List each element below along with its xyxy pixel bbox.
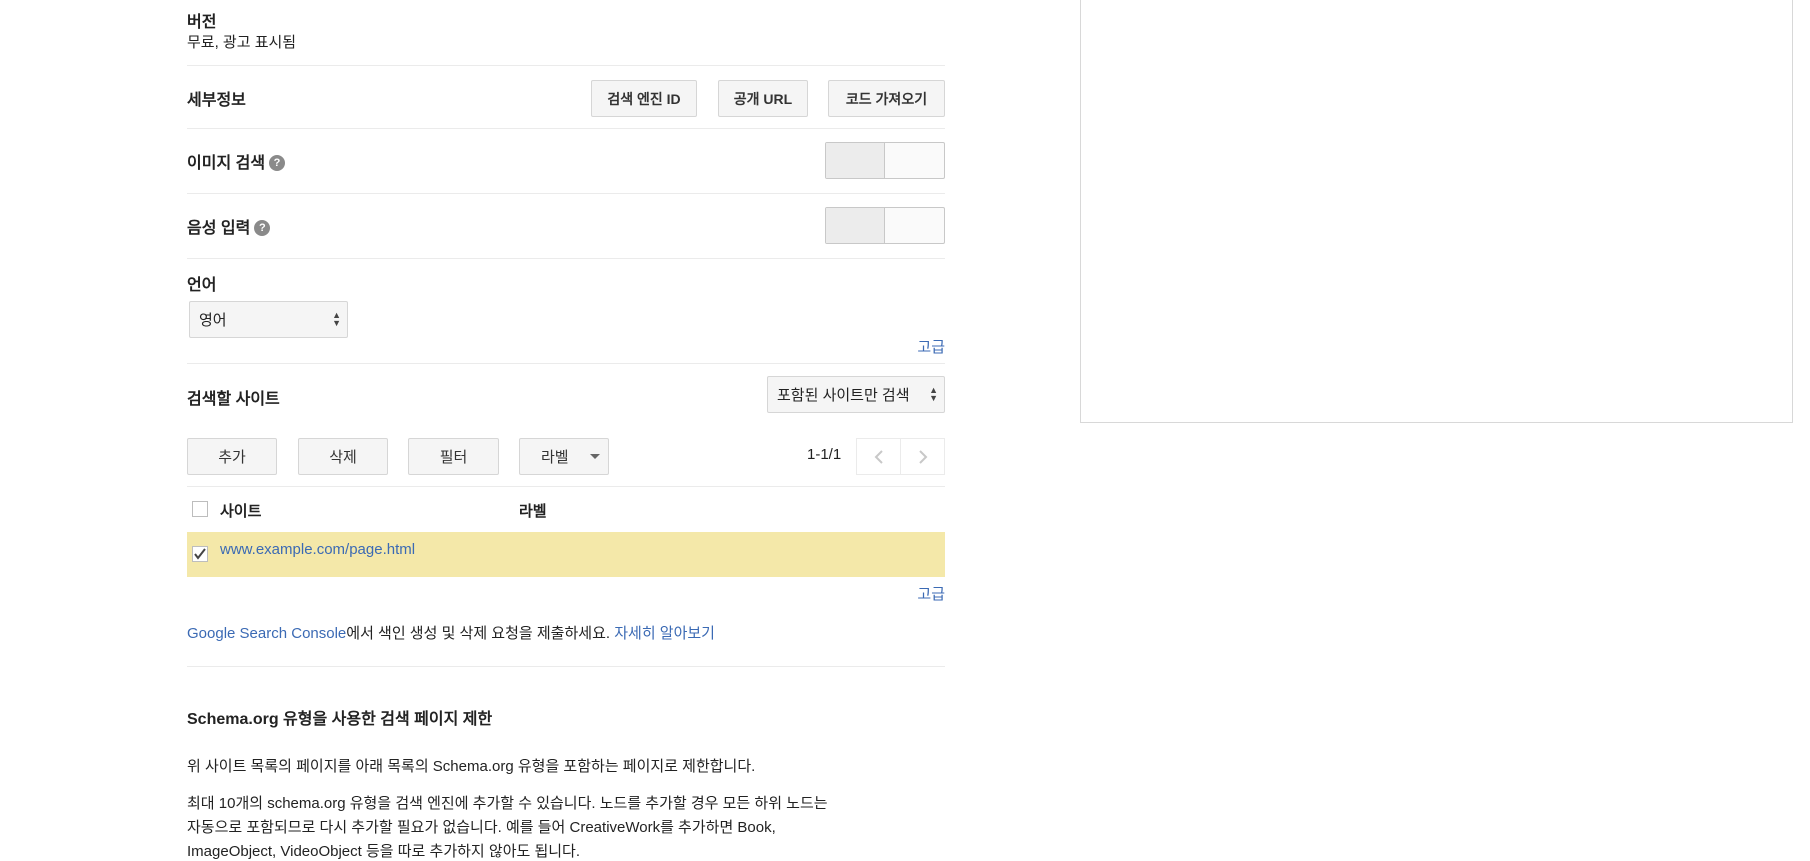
schema-heading: Schema.org 유형을 사용한 검색 페이지 제한 [187, 711, 493, 728]
chevron-right-icon [918, 449, 927, 464]
site-mode-selected: 포함된 사이트만 검색 [777, 387, 910, 404]
previous-page-button[interactable] [856, 438, 901, 475]
language-selected: 영어 [199, 312, 227, 329]
divider [187, 65, 945, 66]
version-label: 버전 [187, 14, 217, 31]
row-checkbox[interactable] [192, 546, 208, 562]
add-button[interactable]: 추가 [187, 438, 277, 475]
search-console-link[interactable]: Google Search Console [187, 625, 346, 642]
learn-more-link[interactable]: 자세히 알아보기 [614, 625, 715, 642]
divider [187, 666, 945, 667]
image-search-label: 이미지 검색 [187, 155, 266, 172]
toggle-knob [826, 143, 885, 178]
up-down-arrows-icon: ▲ ▼ [332, 310, 341, 328]
sites-label: 검색할 사이트 [187, 391, 280, 408]
search-console-text: 에서 색인 생성 및 삭제 요청을 제출하세요. [346, 625, 611, 642]
divider [187, 363, 945, 364]
get-code-button[interactable]: 코드 가져오기 [828, 80, 945, 117]
divider [187, 486, 945, 487]
toggle-knob [826, 208, 885, 243]
language-select[interactable]: 영어 ▲ ▼ [189, 301, 348, 338]
question-circle-icon[interactable]: ? [254, 220, 271, 236]
caret-down-icon [590, 454, 600, 459]
up-down-arrows-icon: ▲ ▼ [929, 385, 938, 403]
divider [187, 258, 945, 259]
schema-paragraph-1: 위 사이트 목록의 페이지를 아래 목록의 Schema.org 유형을 포함하… [187, 758, 756, 775]
search-console-note: Google Search Console에서 색인 생성 및 삭제 요청을 제… [187, 622, 715, 643]
chevron-left-icon [874, 449, 883, 464]
label-dropdown-text: 라벨 [541, 449, 569, 466]
schema-paragraph-2-line-3: ImageObject, VideoObject 등을 따로 추가하지 않아도 … [187, 843, 581, 860]
language-advanced-link[interactable]: 고급 [917, 336, 945, 357]
voice-input-toggle[interactable] [825, 207, 945, 244]
voice-input-row: 음성 입력? [187, 214, 271, 238]
language-label: 언어 [187, 277, 217, 294]
site-link[interactable]: www.example.com/page.html [220, 541, 415, 558]
schema-paragraph-2-line-1: 최대 10개의 schema.org 유형을 검색 엔진에 추가할 수 있습니다… [187, 795, 828, 812]
select-all-checkbox[interactable] [192, 501, 208, 517]
image-search-row: 이미지 검색? [187, 149, 286, 173]
next-page-button[interactable] [900, 438, 945, 475]
schema-paragraph-2-line-2: 자동으로 포함되므로 다시 추가할 필요가 없습니다. 예를 들어 Creati… [187, 819, 776, 836]
column-header-label: 라벨 [519, 503, 547, 520]
image-search-toggle[interactable] [825, 142, 945, 179]
site-mode-select[interactable]: 포함된 사이트만 검색 ▲ ▼ [767, 376, 945, 413]
label-dropdown-button[interactable]: 라벨 [519, 438, 609, 475]
preview-panel [1080, 0, 1793, 423]
filter-button[interactable]: 필터 [408, 438, 499, 475]
public-url-button[interactable]: 공개 URL [718, 80, 808, 117]
pagination-text: 1-1/1 [807, 446, 842, 463]
checkmark-icon [194, 548, 206, 560]
delete-button[interactable]: 삭제 [298, 438, 388, 475]
divider [187, 193, 945, 194]
details-label: 세부정보 [187, 92, 246, 109]
table-row[interactable]: www.example.com/page.html [187, 532, 945, 577]
column-header-site: 사이트 [220, 503, 262, 520]
voice-input-label: 음성 입력 [187, 220, 251, 237]
version-value: 무료, 광고 표시됨 [187, 34, 297, 51]
search-engine-id-button[interactable]: 검색 엔진 ID [591, 80, 697, 117]
question-circle-icon[interactable]: ? [269, 155, 286, 171]
divider [187, 128, 945, 129]
sites-advanced-link[interactable]: 고급 [917, 583, 945, 604]
